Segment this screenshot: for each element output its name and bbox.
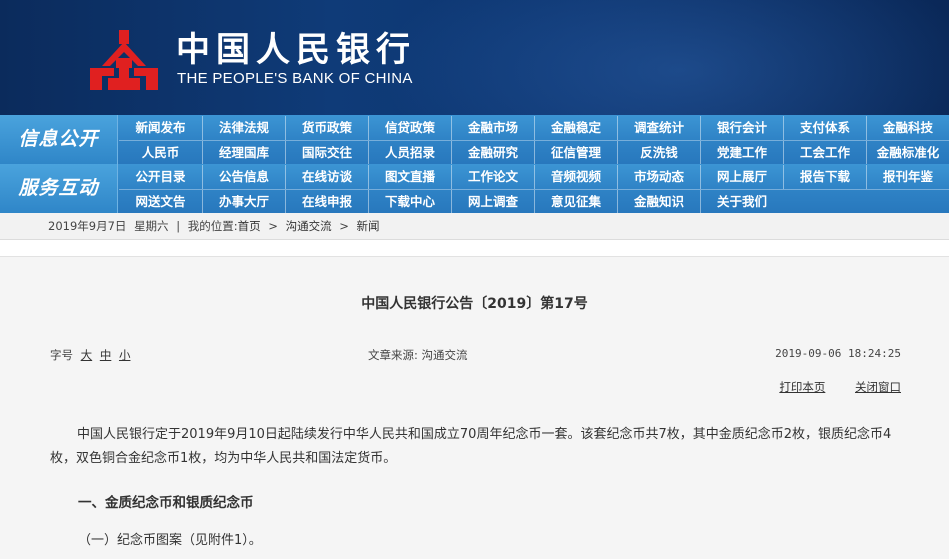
nav-item[interactable]: 公开目录 (119, 165, 202, 189)
nav-item[interactable]: 银行会计 (700, 116, 783, 140)
nav-item[interactable]: 征信管理 (534, 141, 617, 165)
bank-name-en: THE PEOPLE'S BANK OF CHINA (177, 70, 413, 87)
nav-item[interactable]: 党建工作 (700, 141, 783, 165)
nav-item[interactable]: 音频视频 (534, 165, 617, 189)
breadcrumb-weekday: 星期六 (134, 219, 169, 233)
breadcrumb-level2-link[interactable]: 新闻 (357, 219, 380, 233)
bank-name-cn: 中国人民银行 (176, 30, 416, 70)
font-size-label: 字号 (50, 348, 73, 362)
nav-section-label-service: 服务互动 (0, 164, 118, 213)
nav-item[interactable]: 网送文告 (119, 190, 202, 214)
breadcrumb-separator: | (176, 219, 181, 233)
nav-item[interactable]: 在线申报 (285, 190, 368, 214)
nav-row-1: 新闻发布 法律法规 货币政策 信贷政策 金融市场 金融稳定 调查统计 银行会计 … (119, 116, 949, 140)
nav-item[interactable]: 信贷政策 (368, 116, 451, 140)
breadcrumb-location-label: 我的位置: (187, 219, 238, 233)
close-window-link[interactable]: 关闭窗口 (855, 380, 901, 394)
nav-row-2: 人民币 经理国库 国际交往 人员招录 金融研究 征信管理 反洗钱 党建工作 工会… (119, 141, 949, 165)
nav-item[interactable]: 报告下载 (783, 165, 866, 189)
nav-item[interactable]: 金融标准化 (866, 141, 949, 165)
font-size-large-button[interactable]: 大 (81, 348, 93, 362)
nav-item[interactable]: 人民币 (119, 141, 202, 165)
nav-item[interactable]: 金融稳定 (534, 116, 617, 140)
font-size-small-button[interactable]: 小 (119, 348, 131, 362)
nav-item[interactable]: 经理国库 (202, 141, 285, 165)
nav-item[interactable]: 金融知识 (617, 190, 700, 214)
page: 中国人民银行 THE PEOPLE'S BANK OF CHINA 信息公开 新… (0, 0, 949, 559)
nav-item[interactable]: 办事大厅 (202, 190, 285, 214)
breadcrumb-date: 2019年9月7日 (48, 219, 127, 233)
nav-item[interactable]: 意见征集 (534, 190, 617, 214)
breadcrumb-home-link[interactable]: 首页 (238, 219, 261, 233)
nav-item[interactable]: 法律法规 (202, 116, 285, 140)
article-container: 中国人民银行公告〔2019〕第17号 字号 大 中 小 文章来源: 沟通交流 2… (0, 256, 949, 559)
breadcrumb: 2019年9月7日 星期六 | 我的位置:首页 > 沟通交流 > 新闻 (0, 213, 949, 240)
article-datetime: 2019-09-06 18:24:25 (775, 347, 901, 360)
article-source: 文章来源: 沟通交流 (368, 348, 468, 362)
nav-service-interaction: 服务互动 公开目录 公告信息 在线访谈 图文直播 工作论文 音频视频 市场动态 … (0, 164, 949, 214)
nav-item[interactable]: 工会工作 (783, 141, 866, 165)
nav-item[interactable]: 关于我们 (700, 190, 783, 214)
nav-item[interactable]: 国际交往 (285, 141, 368, 165)
nav-item[interactable]: 调查统计 (617, 116, 700, 140)
nav-item[interactable]: 图文直播 (368, 165, 451, 189)
nav-row-4: 网送文告 办事大厅 在线申报 下载中心 网上调查 意见征集 金融知识 关于我们 (119, 190, 949, 214)
nav-item[interactable]: 网上调查 (451, 190, 534, 214)
pboc-logo-icon[interactable] (86, 28, 162, 98)
nav-item[interactable]: 金融科技 (866, 116, 949, 140)
nav-item[interactable]: 工作论文 (451, 165, 534, 189)
nav-item[interactable]: 金融市场 (451, 116, 534, 140)
nav-item[interactable]: 市场动态 (617, 165, 700, 189)
breadcrumb-level1-link[interactable]: 沟通交流 (286, 219, 332, 233)
nav-item[interactable]: 新闻发布 (119, 116, 202, 140)
nav-item[interactable]: 货币政策 (285, 116, 368, 140)
article-heading: 一、金质纪念币和银质纪念币 (78, 495, 254, 511)
nav-item[interactable]: 公告信息 (202, 165, 285, 189)
font-size-medium-button[interactable]: 中 (100, 348, 112, 362)
nav-item[interactable]: 支付体系 (783, 116, 866, 140)
nav-info-disclosure: 信息公开 新闻发布 法律法规 货币政策 信贷政策 金融市场 金融稳定 调查统计 … (0, 115, 949, 165)
nav-item[interactable]: 网上展厅 (700, 165, 783, 189)
breadcrumb-arrow: > (268, 219, 278, 233)
article-paragraph: 中国人民银行定于2019年9月10日起陆续发行中华人民共和国成立70周年纪念币一… (50, 427, 892, 466)
nav-item[interactable]: 下载中心 (368, 190, 451, 214)
nav-item[interactable]: 报刊年鉴 (866, 165, 949, 189)
header-glow (380, 0, 949, 115)
nav-item[interactable]: 在线访谈 (285, 165, 368, 189)
print-page-link[interactable]: 打印本页 (779, 380, 825, 394)
nav-item[interactable]: 人员招录 (368, 141, 451, 165)
nav-item[interactable]: 反洗钱 (617, 141, 700, 165)
article-subheading: （一）纪念币图案（见附件1）。 (78, 533, 262, 548)
nav-row-3: 公开目录 公告信息 在线访谈 图文直播 工作论文 音频视频 市场动态 网上展厅 … (119, 165, 949, 189)
nav-section-label-info: 信息公开 (0, 115, 118, 164)
article-title: 中国人民银行公告〔2019〕第17号 (361, 296, 588, 312)
site-header: 中国人民银行 THE PEOPLE'S BANK OF CHINA (0, 0, 949, 115)
breadcrumb-arrow: > (339, 219, 349, 233)
article-actions: 打印本页 关闭窗口 (753, 379, 901, 395)
font-size-controls: 字号 大 中 小 (50, 347, 130, 363)
nav-item[interactable]: 金融研究 (451, 141, 534, 165)
